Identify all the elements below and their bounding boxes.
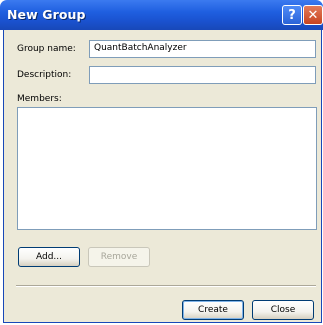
window-title: New Group <box>7 7 86 22</box>
members-list[interactable] <box>17 107 317 230</box>
title-bar: New Group ? ✕ <box>0 0 323 30</box>
help-button[interactable]: ? <box>282 5 302 25</box>
group-name-input[interactable]: QuantBatchAnalyzer <box>89 40 316 58</box>
close-button[interactable]: Close <box>252 300 314 320</box>
close-window-button[interactable]: ✕ <box>303 5 323 25</box>
description-label: Description: <box>17 70 72 80</box>
add-member-button[interactable]: Add... <box>18 247 80 267</box>
remove-member-button[interactable]: Remove <box>88 247 150 267</box>
create-button[interactable]: Create <box>182 300 244 320</box>
members-label: Members: <box>17 94 62 104</box>
separator <box>16 285 316 287</box>
new-group-dialog: New Group ? ✕ Group name: QuantBatchAnal… <box>0 0 323 325</box>
group-name-label: Group name: <box>17 44 76 54</box>
description-input[interactable] <box>89 66 316 84</box>
close-icon: ✕ <box>307 7 319 23</box>
dialog-body: Group name: QuantBatchAnalyzer Descripti… <box>3 30 322 323</box>
help-icon: ? <box>288 7 296 23</box>
